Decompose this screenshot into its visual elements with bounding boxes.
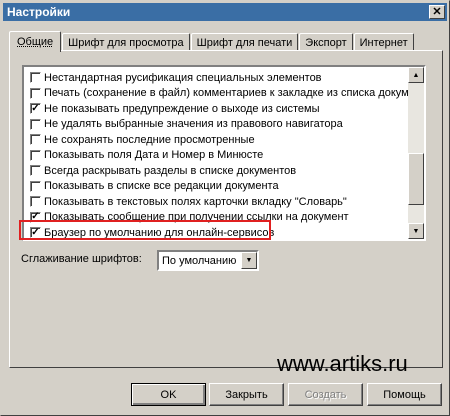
option-label: Показывать поля Дата и Номер в Минюсте: [44, 149, 264, 162]
option-label: Браузер по умолчанию для онлайн-сервисов: [44, 226, 275, 239]
font-smoothing-select[interactable]: По умолчанию ▼: [157, 250, 259, 271]
close-dialog-button[interactable]: Закрыть: [209, 383, 284, 406]
option-row[interactable]: Печать (сохранение в файл) комментариев …: [24, 86, 408, 102]
font-smoothing-label: Сглаживание шрифтов:: [21, 253, 142, 265]
option-checkbox[interactable]: [30, 149, 41, 161]
option-row[interactable]: Нестандартная русификация специальных эл…: [24, 70, 408, 86]
option-label: Не удалять выбранные значения из правово…: [44, 118, 343, 131]
help-button[interactable]: Помощь: [367, 383, 442, 406]
option-checkbox[interactable]: [30, 87, 41, 99]
option-checkbox[interactable]: ✓: [30, 211, 41, 223]
settings-window: Настройки ✕ Общие Шрифт для просмотра Шр…: [0, 0, 450, 416]
tab-view-font[interactable]: Шрифт для просмотра: [62, 33, 190, 51]
option-label: Всегда раскрывать разделы в списке докум…: [44, 164, 297, 177]
close-button-label: Закрыть: [225, 388, 268, 401]
option-checkbox[interactable]: [30, 72, 41, 84]
vertical-scrollbar[interactable]: ▲ ▼: [408, 67, 424, 239]
tab-internet[interactable]: Интернет: [353, 33, 414, 51]
option-label: Показывать в текстовых полях карточки вк…: [44, 195, 347, 208]
scroll-thumb[interactable]: [408, 153, 424, 205]
option-row[interactable]: Показывать в текстовых полях карточки вк…: [24, 194, 408, 210]
tab-export[interactable]: Экспорт: [299, 33, 353, 51]
option-checkbox[interactable]: [30, 118, 41, 130]
option-label: Печать (сохранение в файл) комментариев …: [44, 87, 408, 100]
close-icon: ✕: [432, 5, 442, 18]
create-button[interactable]: Создать: [288, 383, 363, 406]
arrow-down-icon: ▼: [412, 227, 420, 235]
tab-print-font[interactable]: Шрифт для печати: [190, 33, 299, 51]
scroll-up-button[interactable]: ▲: [408, 67, 424, 83]
option-row[interactable]: Показывать в списке все редакции докумен…: [24, 179, 408, 195]
option-row[interactable]: Не удалять выбранные значения из правово…: [24, 117, 408, 133]
option-row[interactable]: ✓ Не показывать предупреждение о выходе и…: [24, 101, 408, 117]
watermark-text: www.artiks.ru: [277, 351, 408, 376]
tab-strip: Общие Шрифт для просмотра Шрифт для печа…: [9, 31, 415, 52]
option-checkbox[interactable]: [30, 180, 41, 192]
option-label: Показывать в списке все редакции докумен…: [44, 180, 279, 193]
title-bar: Настройки ✕: [3, 3, 447, 21]
option-label: Не показывать предупреждение о выходе из…: [44, 102, 320, 115]
ok-button[interactable]: OK: [131, 383, 206, 406]
option-checkbox[interactable]: [30, 196, 41, 208]
close-button[interactable]: ✕: [429, 5, 445, 19]
option-checkbox[interactable]: ✓: [30, 227, 41, 239]
options-list[interactable]: Нестандартная русификация специальных эл…: [22, 65, 426, 241]
option-checkbox[interactable]: [30, 134, 41, 146]
option-label: Показывать сообщение при получении ссылк…: [44, 211, 349, 224]
window-title: Настройки: [7, 5, 71, 19]
option-checkbox[interactable]: ✓: [30, 103, 41, 115]
help-button-label: Помощь: [383, 388, 426, 401]
option-label: Нестандартная русификация специальных эл…: [44, 71, 322, 84]
create-button-label: Создать: [304, 388, 347, 401]
tab-general[interactable]: Общие: [9, 31, 62, 52]
option-row[interactable]: Показывать поля Дата и Номер в Минюсте: [24, 148, 408, 164]
chevron-down-icon: ▼: [245, 257, 253, 264]
options-list-items: Нестандартная русификация специальных эл…: [24, 70, 408, 239]
font-smoothing-value: По умолчанию: [162, 254, 237, 267]
option-row[interactable]: Всегда раскрывать разделы в списке докум…: [24, 163, 408, 179]
arrow-up-icon: ▲: [412, 71, 420, 79]
option-row[interactable]: ✓ Показывать сообщение при получении ссыл…: [24, 210, 408, 226]
scroll-down-button[interactable]: ▼: [408, 223, 424, 239]
option-row[interactable]: ✓ Браузер по умолчанию для онлайн-сервисо…: [24, 225, 408, 239]
option-row[interactable]: Не сохранять последние просмотренные: [24, 132, 408, 148]
option-label: Не сохранять последние просмотренные: [44, 133, 255, 146]
option-checkbox[interactable]: [30, 165, 41, 177]
dropdown-button[interactable]: ▼: [241, 252, 257, 269]
general-tab-panel: Нестандартная русификация специальных эл…: [9, 50, 443, 368]
ok-button-label: OK: [160, 388, 177, 401]
